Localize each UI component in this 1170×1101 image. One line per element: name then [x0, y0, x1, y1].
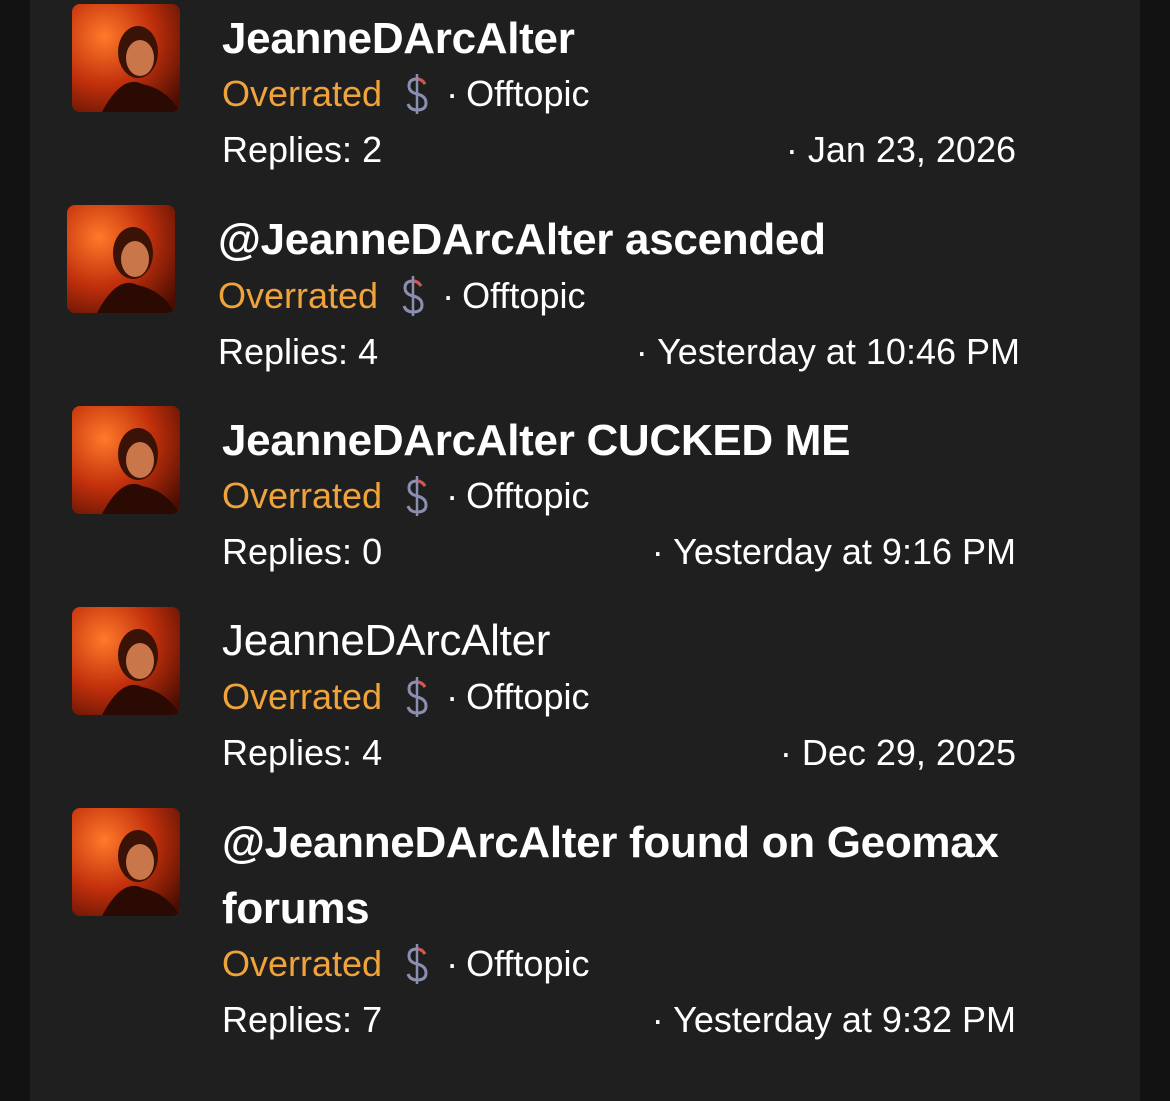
reply-count: Replies: 4	[222, 732, 383, 773]
thread-title[interactable]: @JeanneDArcAlter found on Geomax forums	[222, 810, 1102, 942]
last-post-date[interactable]: · Yesterday at 9:16 PM	[652, 530, 1016, 574]
meta-separator: ·	[446, 475, 459, 516]
dollar-sign-icon	[400, 474, 434, 518]
forum-link[interactable]: Offtopic	[466, 72, 589, 116]
avatar-image	[72, 607, 180, 715]
thread-meta: Overrated · Offtopic	[222, 675, 589, 719]
reply-count: Replies: 7	[222, 999, 383, 1040]
avatar[interactable]	[72, 808, 180, 916]
meta-separator: ·	[446, 943, 459, 984]
last-post-date[interactable]: · Jan 23, 2026	[786, 128, 1016, 172]
thread-meta: Overrated · Offtopic	[222, 72, 589, 116]
dollar-sign-icon	[400, 942, 434, 986]
avatar[interactable]	[72, 607, 180, 715]
avatar[interactable]	[72, 4, 180, 112]
thread-title[interactable]: @JeanneDArcAlter ascended	[218, 207, 826, 273]
thread-prefix[interactable]: Overrated	[222, 474, 382, 518]
thread-list: JeanneDArcAlter Overrated · Offtopic Rep…	[30, 0, 1140, 1101]
thread-prefix[interactable]: Overrated	[222, 942, 382, 986]
thread-prefix[interactable]: Overrated	[222, 72, 382, 116]
thread-meta: Overrated · Offtopic	[222, 942, 589, 986]
forum-link[interactable]: Offtopic	[466, 474, 589, 518]
reply-count: Replies: 0	[222, 531, 383, 572]
thread-prefix[interactable]: Overrated	[218, 274, 378, 318]
meta-separator: ·	[446, 73, 459, 114]
last-post-date[interactable]: · Yesterday at 10:46 PM	[636, 330, 1020, 374]
avatar[interactable]	[72, 406, 180, 514]
forum-link[interactable]: Offtopic	[462, 274, 585, 318]
avatar[interactable]	[67, 205, 175, 313]
forum-link[interactable]: Offtopic	[466, 675, 589, 719]
meta-separator: ·	[446, 676, 459, 717]
last-post-date[interactable]: · Yesterday at 9:32 PM	[652, 998, 1016, 1042]
reply-count: Replies: 4	[218, 331, 379, 372]
dollar-sign-icon	[400, 72, 434, 116]
dollar-sign-icon	[396, 274, 430, 318]
avatar-image	[72, 4, 180, 112]
thread-title[interactable]: JeanneDArcAlter	[222, 6, 575, 72]
meta-separator: ·	[442, 275, 455, 316]
avatar-image	[72, 808, 180, 916]
thread-title[interactable]: JeanneDArcAlter	[222, 608, 550, 674]
dollar-sign-icon	[400, 675, 434, 719]
thread-title[interactable]: JeanneDArcAlter CUCKED ME	[222, 408, 851, 474]
thread-prefix[interactable]: Overrated	[222, 675, 382, 719]
thread-meta: Overrated · Offtopic	[222, 474, 589, 518]
last-post-date[interactable]: · Dec 29, 2025	[780, 731, 1016, 775]
avatar-image	[67, 205, 175, 313]
forum-link[interactable]: Offtopic	[466, 942, 589, 986]
thread-meta: Overrated · Offtopic	[218, 274, 585, 318]
avatar-image	[72, 406, 180, 514]
reply-count: Replies: 2	[222, 129, 383, 170]
